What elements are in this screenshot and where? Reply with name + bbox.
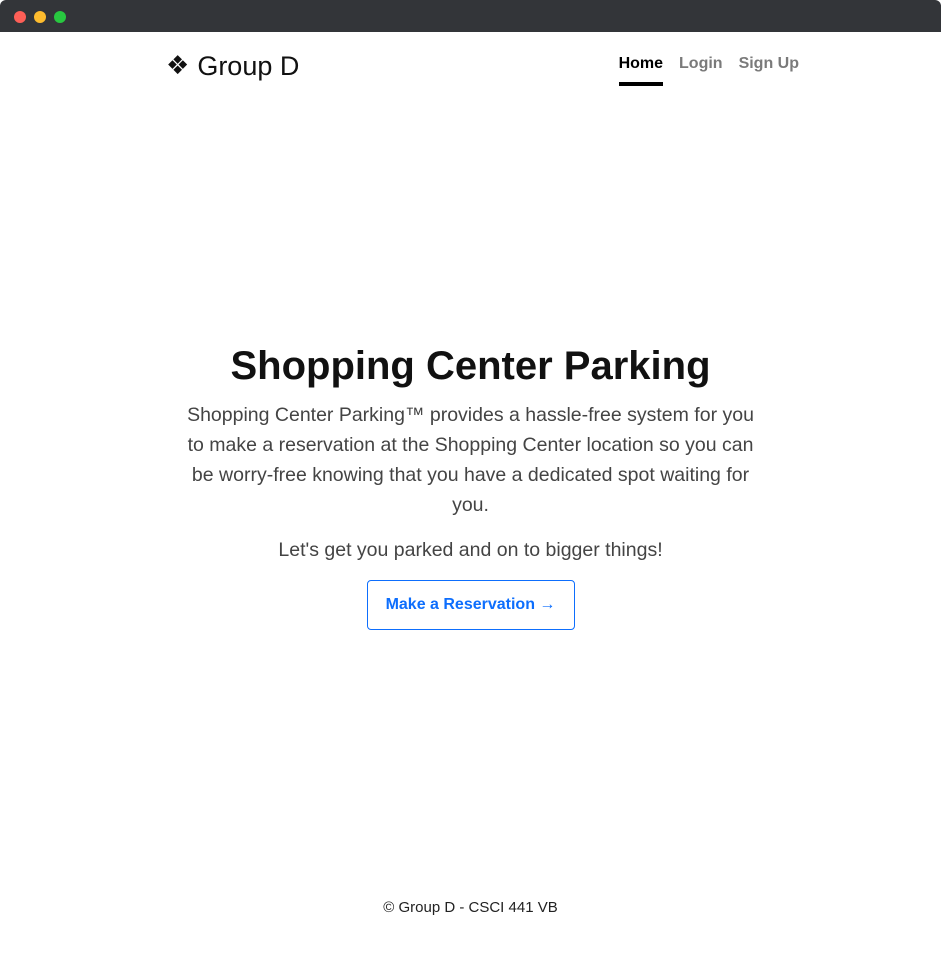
- site-header: ❖ Group D Home Login Sign Up: [0, 32, 941, 102]
- nav-signup-link[interactable]: Sign Up: [739, 54, 799, 86]
- minimize-window-button[interactable]: [34, 11, 46, 23]
- main-nav: Home Login Sign Up: [603, 54, 799, 86]
- close-window-button[interactable]: [14, 11, 26, 23]
- maximize-window-button[interactable]: [54, 11, 66, 23]
- hero-tagline: Let's get you parked and on to bigger th…: [278, 539, 663, 561]
- hero-description: Shopping Center Parking™ provides a hass…: [187, 404, 754, 516]
- page-title: Shopping Center Parking: [230, 344, 711, 388]
- brand-logo[interactable]: ❖ Group D: [166, 50, 299, 82]
- hero-section: Shopping Center Parking Shopping Center …: [0, 340, 941, 630]
- nav-home-link[interactable]: Home: [618, 54, 664, 86]
- brand-name: Group D: [197, 51, 300, 81]
- nav-login-link[interactable]: Login: [679, 54, 723, 86]
- diamond-icon: ❖: [166, 51, 190, 81]
- make-reservation-button[interactable]: Make a Reservation →: [366, 580, 575, 630]
- footer-copyright: © Group D - CSCI 441 VB: [383, 899, 558, 916]
- page-footer: © Group D - CSCI 441 VB: [0, 898, 941, 918]
- browser-window: ❖ Group D Home Login Sign Up Shopping Ce…: [0, 0, 941, 959]
- window-titlebar: [0, 0, 941, 32]
